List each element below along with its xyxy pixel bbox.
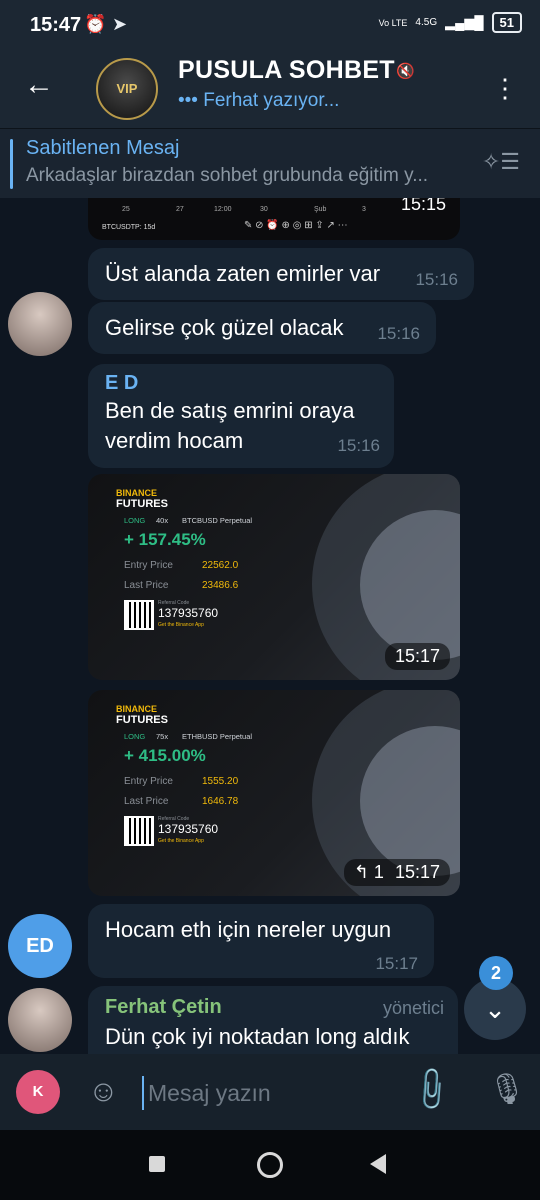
leverage-label: 40x [156,516,169,525]
entry-label: Entry Price [124,776,173,787]
qr-code [124,816,154,846]
pair-label: ETHBUSD Perpetual [182,732,253,741]
message-bubble[interactable]: Hocam eth için nereler uygun 15:17 [88,904,434,978]
network-label: 4.5G [415,17,438,28]
reply-icon: ↰ [353,862,369,882]
pinned-title: Sabitlenen Mesaj [26,137,180,159]
system-nav-bar [0,1130,540,1200]
futures-label: FUTURES [116,714,168,726]
message-time: 15:17 [375,954,418,973]
status-time: 15:47 [30,14,82,36]
chart-tick: 25 [122,206,130,213]
message-time: 15:16 [415,270,458,289]
message-time: 15:17 [384,643,450,670]
more-vertical-icon[interactable]: ⋮ [492,68,518,108]
position-side: LONG [124,516,145,525]
pinned-text: Arkadaşlar birazdan sohbet grubunda eğit… [26,165,429,186]
avatar[interactable] [8,292,72,356]
binance-logo: BINANCE [116,488,158,498]
last-price: 1646.78 [202,796,239,807]
message-bubble[interactable]: E D Ben de satış emrini oraya verdim hoc… [88,364,394,468]
home-button[interactable] [257,1152,283,1178]
app-label: Get the Binance App [158,838,204,844]
referral-code: 137935760 [158,822,219,836]
unread-badge: 2 [479,956,513,990]
avatar[interactable] [8,988,72,1052]
message-text: Hocam eth için nereler uygun [105,917,392,942]
side-label: LONG [124,732,146,741]
chat-title[interactable]: PUSULA SOHBET [178,56,395,85]
entry-price: 22562.0 [202,560,239,571]
pair-label: BTCBUSD Perpetual [182,516,253,525]
pinned-accent-bar [10,139,13,189]
send-as-avatar[interactable]: K [16,1070,60,1114]
last-label: Last Price [124,580,169,591]
sender-name[interactable]: Ferhat Çetin [105,996,222,1019]
pinned-message[interactable]: Sabitlenen Mesaj Arkadaşlar birazdan soh… [0,128,540,199]
chart-tick: 30 [260,206,268,213]
back-button[interactable] [370,1154,386,1174]
chevron-down-icon: ⌄ [484,994,506,1024]
signal-icon: ▂▄▆█ [445,14,484,30]
pnl-percent: + 157.45% [124,530,206,549]
entry-label: Entry Price [124,560,173,571]
group-avatar-label: VIP [116,81,138,96]
microphone-icon[interactable]: 🎙 [488,1072,526,1108]
sender-name[interactable]: E D [105,372,138,395]
composer: K ☺ 📎 🎙 [0,1054,540,1130]
image-message[interactable]: BINANCE FUTURES LONG 40x BTCBUSD Perpetu… [88,474,460,680]
side-label: LONG [124,516,146,525]
position-side: LONG [124,732,145,741]
message-bubble[interactable]: Üst alanda zaten emirler var 15:16 [88,248,474,300]
message-input[interactable] [142,1076,398,1110]
chart-tick: 3 [362,206,366,213]
reply-time-pill[interactable]: ↰ 1 15:17 [343,859,450,886]
chat-area[interactable]: 25 27 12:00 30 Şub 3 BTCUSDTP: 15d ✎ ⊘ ⏰… [0,198,540,1054]
message-time: 15:16 [377,324,420,343]
message-text: Üst alanda zaten emirler var [105,261,381,286]
message-bubble[interactable]: Gelirse çok güzel olacak 15:16 [88,302,436,354]
chat-header: ← VIP PUSULA SOHBET 🔇 ••• Ferhat yazıyor… [0,52,540,128]
message-time: 15:15 [400,198,446,214]
message-bubble[interactable]: Ferhat Çetin yönetici Dün çok iyi noktad… [88,986,458,1054]
sticker-icon[interactable]: ☺ [88,1074,119,1110]
status-bar: 15:47 ⏰ ➤ Vo LTE 4.5G ▂▄▆█ 51 [0,0,540,52]
sender-role: yönetici [382,998,444,1018]
qr-code [124,600,154,630]
group-avatar[interactable]: VIP [96,58,158,120]
status-right: Vo LTE 4.5G ▂▄▆█ 51 [379,12,522,33]
typing-status: ••• Ferhat yazıyor... [178,90,340,111]
message-time: 15:17 [394,862,440,882]
message-text: Dün çok iyi noktadan long aldık [105,1024,410,1049]
leverage-label: 75x [156,732,169,741]
futures-label: FUTURES [116,498,168,510]
image-message[interactable]: BINANCE FUTURES LONG 75x ETHBUSD Perpetu… [88,690,460,896]
binance-logo: BINANCE [116,704,158,714]
chart-pair: BTCUSDTP: 15d [102,224,156,231]
volte-label: Vo LTE [378,17,408,28]
alarm-icon: ⏰ [84,14,107,34]
pnl-percent: + 415.00% [124,746,206,765]
chart-tick: 27 [176,206,184,213]
message-text: Gelirse çok güzel olacak [105,315,344,340]
entry-price: 1555.20 [202,776,239,787]
chart-tick: 12:00 [214,206,232,213]
telegram-icon: ➤ [112,14,128,34]
pinned-list-icon[interactable]: ✧☰ [482,149,520,175]
recents-button[interactable] [149,1156,165,1172]
reply-count: 1 [373,862,384,882]
back-arrow-icon[interactable]: ← [24,70,54,100]
last-price: 23486.6 [202,580,239,591]
last-label: Last Price [124,796,169,807]
app-label: Get the Binance App [158,622,204,628]
mute-icon: 🔇 [396,63,415,80]
battery-indicator: 51 [491,12,522,33]
paperclip-icon[interactable]: 📎 [405,1064,457,1116]
avatar[interactable]: ED [8,914,72,978]
message-time: 15:16 [337,436,380,455]
referral-code: 137935760 [158,606,219,620]
image-message-partial[interactable]: 25 27 12:00 30 Şub 3 BTCUSDTP: 15d ✎ ⊘ ⏰… [88,198,460,240]
chart-toolbar-icons: ✎ ⊘ ⏰ ⊕ ◎ ⊞ ⇪ ↗ ⋯ [244,220,348,231]
chart-tick: Şub [314,206,327,213]
